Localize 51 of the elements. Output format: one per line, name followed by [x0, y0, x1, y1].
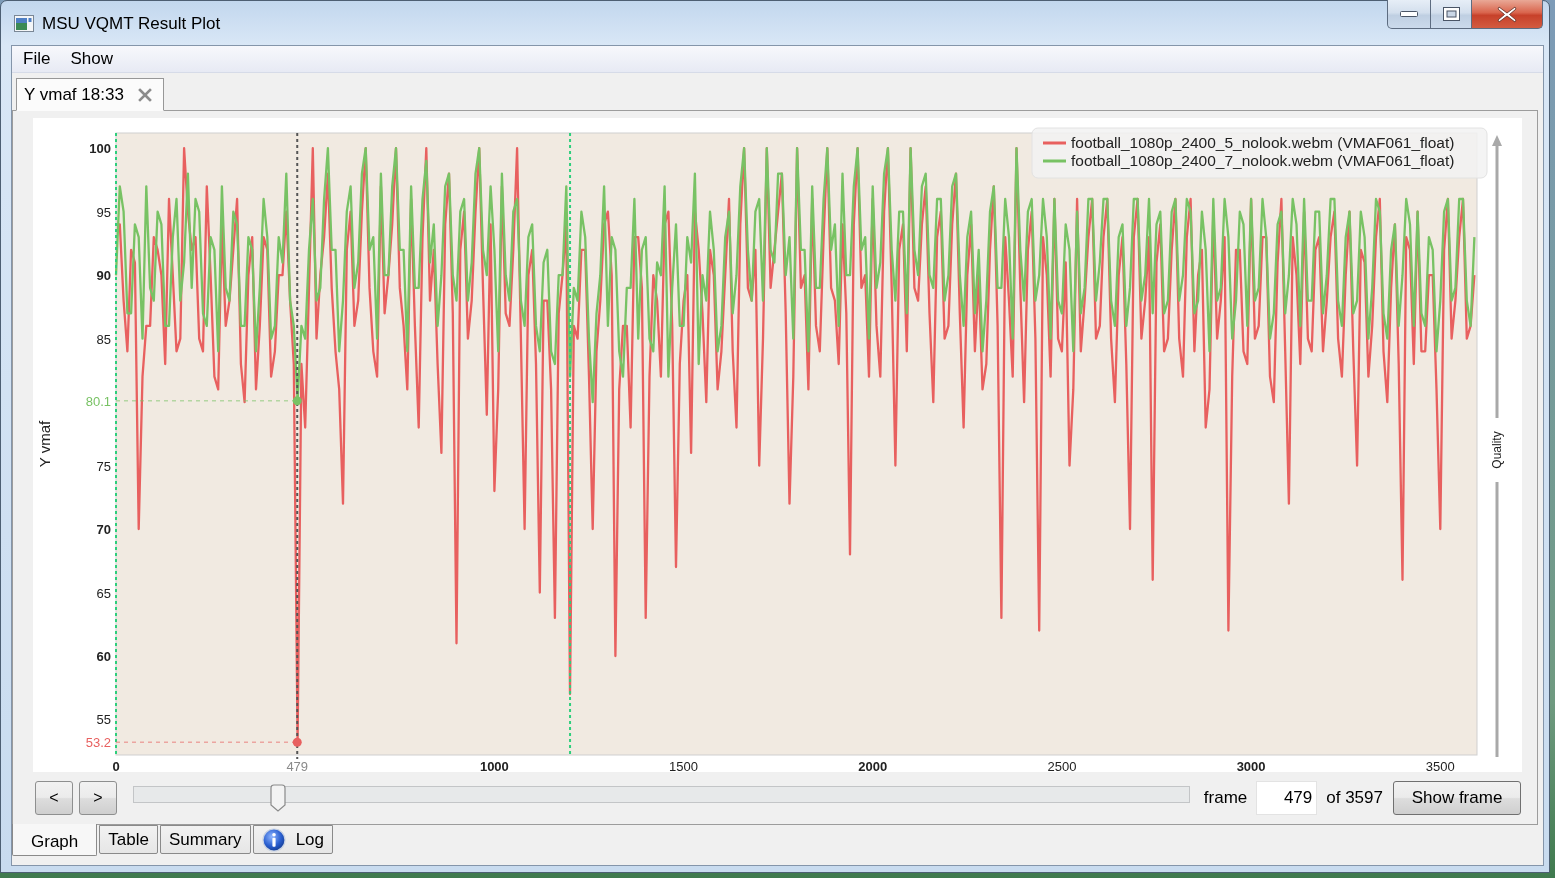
tick-label: 1000: [479, 759, 509, 772]
maximize-button[interactable]: [1431, 0, 1472, 29]
tick-label: 95: [96, 204, 111, 220]
legend-label: football_1080p_2400_5_nolook.webm (VMAF061_float): [1071, 134, 1455, 151]
legend-label: football_1080p_2400_7_nolook.webm (VMAF061_float): [1071, 152, 1455, 169]
tick-label: 100: [89, 141, 111, 157]
slider-thumb[interactable]: [269, 784, 286, 812]
frame-slider[interactable]: [133, 784, 1190, 812]
maximize-icon: [1442, 7, 1460, 21]
view-tab[interactable]: Summary: [159, 825, 251, 854]
view-tab[interactable]: Graph: [12, 824, 98, 856]
tick-label: 3000: [1236, 759, 1266, 772]
view-tab[interactable]: Log: [252, 825, 333, 854]
menu-item[interactable]: File: [13, 47, 61, 71]
tick-label: 60: [96, 649, 111, 664]
menu-item[interactable]: Show: [60, 47, 123, 71]
axis-title: Y vmaf: [36, 420, 53, 468]
tick-label: 65: [96, 585, 111, 601]
document-tab[interactable]: Y vmaf 18:33: [16, 78, 164, 111]
data-point: [292, 396, 302, 406]
tick-label: 0: [112, 759, 120, 772]
close-button[interactable]: [1472, 0, 1543, 29]
axis-title: Quality: [1490, 431, 1504, 469]
tick-label: 70: [96, 522, 111, 538]
tick-label: 1500: [669, 759, 698, 772]
previous-frame-button[interactable]: <: [35, 781, 73, 815]
window-title: MSU VQMT Result Plot: [42, 14, 221, 34]
data-point: [292, 737, 302, 747]
show-frame-button[interactable]: Show frame: [1393, 781, 1521, 815]
minimize-icon: [1400, 11, 1418, 17]
value-label: 80.1: [85, 393, 111, 409]
frame-total: of 3597: [1326, 788, 1383, 808]
frame-label: frame: [1203, 788, 1248, 808]
tick-label: 3500: [1425, 759, 1455, 772]
tick-label: 90: [96, 268, 111, 284]
tick-label: 75: [96, 458, 111, 474]
tick-label: 55: [96, 712, 111, 728]
value-label: 53.2: [85, 735, 111, 751]
close-icon[interactable]: [137, 87, 152, 102]
next-frame-button[interactable]: >: [79, 781, 117, 815]
tick-label: 85: [96, 331, 111, 347]
info-icon: [261, 827, 286, 852]
cursor-label: 479: [286, 759, 309, 772]
app-window-icon: [14, 15, 34, 32]
minimize-button[interactable]: [1387, 0, 1431, 29]
view-tab[interactable]: Table: [99, 825, 158, 854]
tick-label: 2500: [1047, 759, 1077, 772]
tick-label: 2000: [858, 759, 888, 772]
frame-input[interactable]: 479: [1256, 781, 1318, 815]
tab-label: Y vmaf 18:33: [24, 84, 124, 105]
close-icon: [1497, 5, 1517, 23]
